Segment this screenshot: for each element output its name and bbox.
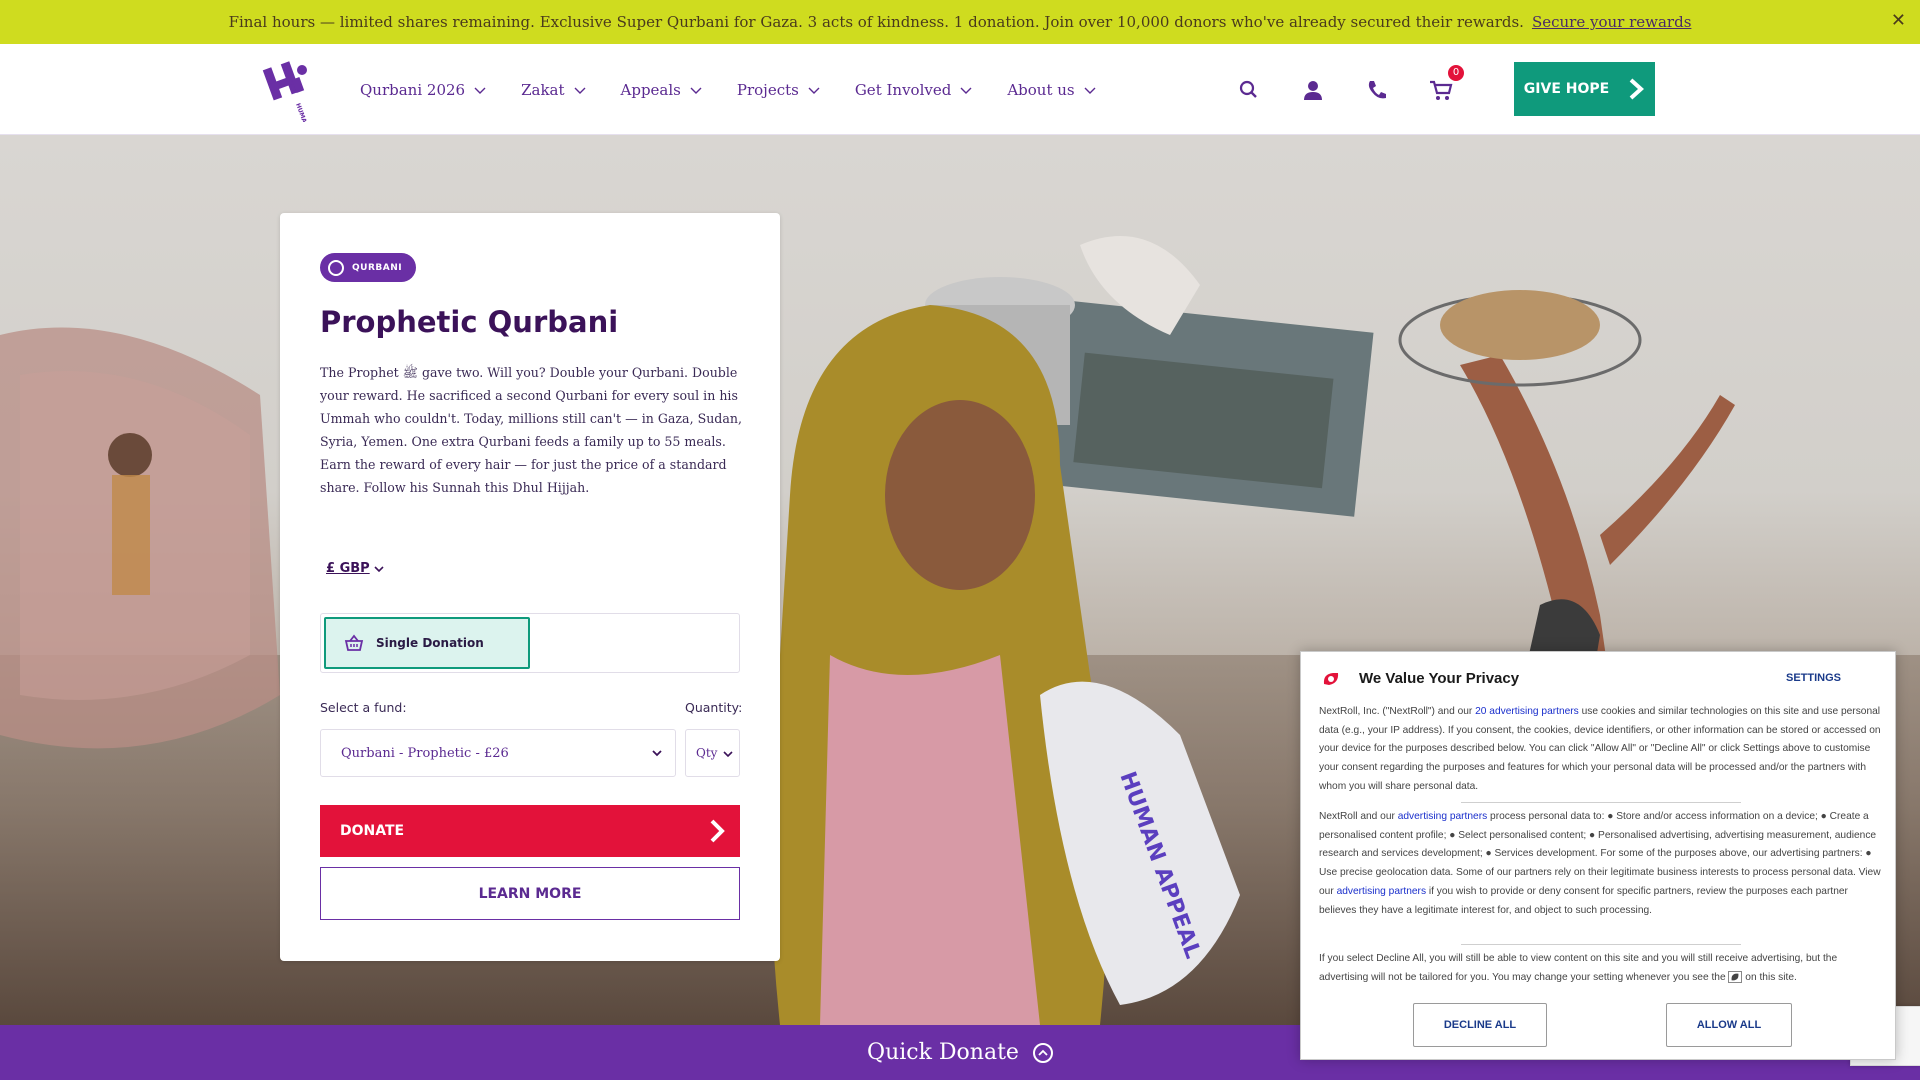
quick-donate-label: Quick Donate [867, 1040, 1019, 1065]
chevron-right-icon [710, 819, 725, 843]
main-nav: Qurbani 2026 Zakat Appeals Projects Get … [360, 44, 1097, 135]
chevron-down-icon [690, 87, 702, 94]
decline-all-label: DECLINE ALL [1443, 1019, 1517, 1031]
donation-card: QURBANI Prophetic Qurbani The Prophet ﷺ … [280, 213, 780, 961]
quantity-label: Quantity: [685, 700, 743, 715]
privacy-paragraph-3: If you select Decline All, you will stil… [1319, 950, 1881, 987]
site-header: HUMAN APPEAL Qurbani 2026 Zakat Appeals … [0, 44, 1920, 135]
category-badge: QURBANI [320, 253, 417, 282]
chevron-down-icon [960, 87, 972, 94]
nav-label: Projects [736, 80, 799, 99]
basket-icon [344, 634, 364, 651]
fund-select[interactable]: Qurbani - Prophetic - £26 [320, 729, 676, 777]
chevron-down-icon [723, 751, 733, 758]
currency-label: £ GBP [326, 561, 370, 576]
privacy-text: NextRoll and our [1319, 811, 1398, 822]
give-hope-button[interactable]: GIVE HOPE [1514, 62, 1655, 116]
badge-label: QURBANI [352, 262, 403, 273]
fund-value: Qurbani - Prophetic - £26 [341, 745, 509, 761]
privacy-paragraph-1: NextRoll, Inc. ("NextRoll") and our 20 a… [1319, 703, 1881, 797]
learn-more-button[interactable]: LEARN MORE [320, 867, 740, 920]
nav-appeals[interactable]: Appeals [621, 81, 703, 99]
chevron-right-icon [1629, 78, 1645, 100]
donation-type-group: Single Donation [320, 613, 740, 673]
close-icon[interactable]: ✕ [1891, 10, 1906, 31]
card-description: The Prophet ﷺ gave two. Will you? Double… [320, 365, 742, 495]
privacy-paragraph-2: NextRoll and our advertising partners pr… [1319, 808, 1881, 920]
chevron-down-icon [474, 87, 486, 94]
nav-zakat[interactable]: Zakat [521, 81, 586, 99]
privacy-settings-link[interactable]: SETTINGS [1786, 672, 1841, 684]
single-donation-label: Single Donation [376, 636, 484, 650]
advertising-partners-link[interactable]: advertising partners [1337, 886, 1426, 897]
allow-all-button[interactable]: ALLOW ALL [1666, 1003, 1792, 1047]
currency-selector[interactable]: £ GBP [326, 561, 384, 576]
privacy-title: We Value Your Privacy [1359, 670, 1520, 687]
nav-label: About us [1007, 80, 1075, 99]
divider [1461, 944, 1741, 945]
chevron-down-icon [1084, 87, 1096, 94]
cart-icon [1430, 80, 1453, 100]
logo-text: HUMAN APPEAL [294, 102, 319, 122]
nav-label: Appeals [620, 80, 681, 99]
nav-label: Get Involved [854, 80, 952, 99]
nextroll-small-icon [1728, 971, 1743, 984]
card-title: Prophetic Qurbani [320, 305, 619, 339]
learn-more-label: LEARN MORE [478, 885, 582, 902]
nav-qurbani[interactable]: Qurbani 2026 [360, 81, 487, 99]
quantity-placeholder: Qty [696, 746, 718, 760]
privacy-text: NextRoll, Inc. ("NextRoll") and our [1319, 706, 1476, 717]
chevron-down-icon [374, 565, 384, 572]
search-icon[interactable] [1236, 77, 1262, 103]
nextroll-logo-icon [1323, 673, 1339, 685]
header-actions: 0 [1236, 44, 1464, 135]
cart-count-badge: 0 [1448, 64, 1464, 81]
quantity-select[interactable]: Qty [685, 729, 740, 777]
nav-about-us[interactable]: About us [1007, 81, 1096, 99]
chevron-up-icon [1032, 1042, 1053, 1063]
nav-label: Qurbani 2026 [360, 80, 466, 99]
qurbani-icon [328, 259, 344, 276]
fund-label: Select a fund: [320, 700, 407, 715]
chevron-down-icon [808, 87, 820, 94]
chevron-down-icon [652, 750, 662, 757]
human-appeal-logo[interactable]: HUMAN APPEAL [258, 58, 322, 122]
chevron-down-icon [574, 87, 586, 94]
advertising-partners-link[interactable]: 20 advertising partners [1475, 706, 1579, 717]
decline-all-button[interactable]: DECLINE ALL [1413, 1003, 1547, 1047]
nav-projects[interactable]: Projects [737, 81, 821, 99]
give-hope-label: GIVE HOPE [1523, 81, 1610, 97]
user-icon[interactable] [1300, 77, 1326, 103]
cart-button[interactable]: 0 [1428, 64, 1464, 103]
nav-get-involved[interactable]: Get Involved [855, 81, 974, 99]
banner-text: Final hours — limited shares remaining. … [228, 13, 1524, 31]
privacy-text: on this site. [1742, 971, 1797, 983]
phone-icon[interactable] [1364, 77, 1390, 103]
single-donation-option[interactable]: Single Donation [324, 617, 530, 669]
privacy-text: process personal data to: ● Store and/or… [1319, 811, 1881, 897]
donate-button[interactable]: DONATE [320, 805, 740, 857]
donate-label: DONATE [340, 823, 405, 839]
privacy-consent-dialog: We Value Your Privacy SETTINGS NextRoll,… [1300, 651, 1896, 1060]
advertising-partners-link[interactable]: advertising partners [1398, 811, 1487, 822]
privacy-text: use cookies and similar technologies on … [1319, 706, 1881, 792]
nav-label: Zakat [521, 80, 565, 99]
secure-rewards-link[interactable]: Secure your rewards [1532, 13, 1691, 31]
divider [1461, 802, 1741, 803]
allow-all-label: ALLOW ALL [1696, 1019, 1762, 1031]
announcement-banner: Final hours — limited shares remaining. … [0, 0, 1920, 44]
